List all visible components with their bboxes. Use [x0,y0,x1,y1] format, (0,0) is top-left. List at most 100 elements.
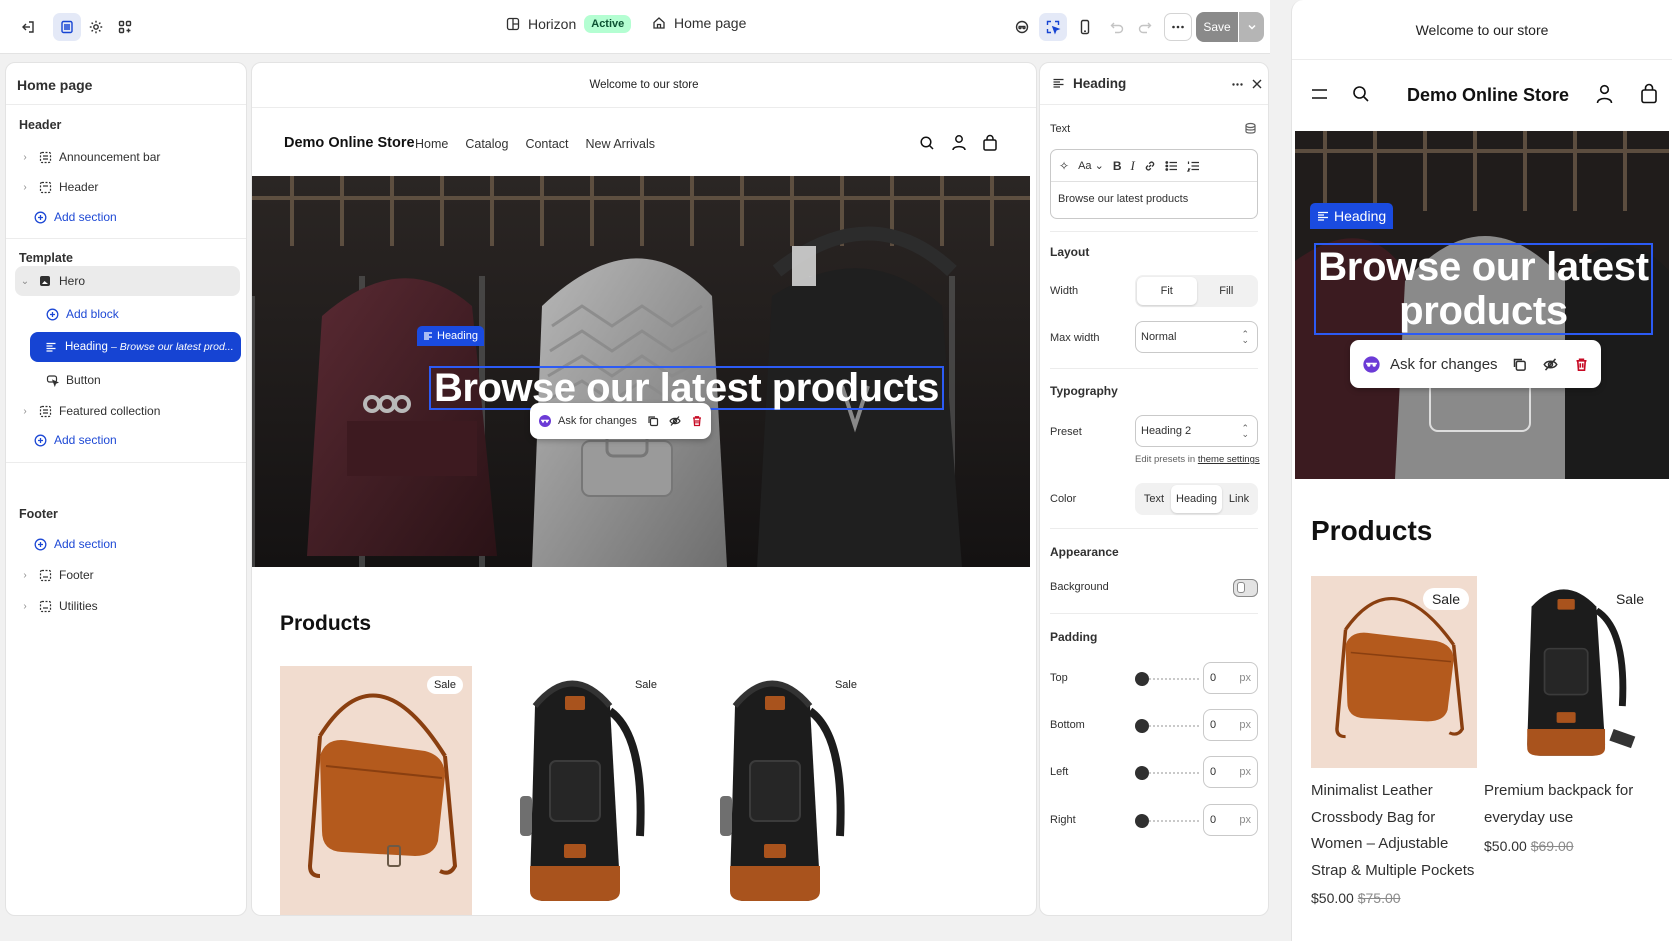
padding-left-input[interactable]: 0 px [1203,756,1258,788]
add-section-header-button[interactable]: Add section [33,202,255,232]
bold-icon[interactable]: B [1113,159,1122,173]
hero-banner[interactable]: Heading Browse our latest products Ask f… [252,176,1030,567]
slider-knob[interactable] [1135,766,1149,780]
mobile-product-name-2[interactable]: Premium backpack for everyday use [1484,778,1654,831]
more-options-icon[interactable] [1164,13,1192,41]
sidebar-item-utilities[interactable]: › Utilities [19,591,241,621]
sections-icon[interactable] [53,13,81,41]
apps-icon[interactable] [111,13,139,41]
close-icon[interactable] [1251,78,1263,90]
save-button[interactable]: Save [1196,12,1238,42]
mobile-store-brand[interactable]: Demo Online Store [1407,85,1569,106]
sale-badge: Sale [1422,588,1469,610]
search-icon[interactable] [919,135,935,151]
numbered-list-icon[interactable] [1186,160,1200,172]
nav-item-contact[interactable]: Contact [525,137,568,151]
nav-item-home[interactable]: Home [415,137,448,151]
add-section-footer-button[interactable]: Add section [33,529,255,559]
sidebar-item-announcement-bar[interactable]: › Announcement bar [19,142,241,172]
ask-for-changes-button[interactable]: Ask for changes [1362,355,1498,374]
product-card-backpack-2[interactable]: Sale [680,666,872,915]
cart-icon[interactable] [1640,83,1658,104]
mobile-view-icon[interactable] [1071,13,1099,41]
menu-icon[interactable] [1311,87,1328,101]
account-icon[interactable] [1596,84,1613,104]
add-section-template-button[interactable]: Add section [33,425,255,455]
link-icon[interactable] [1144,160,1156,172]
theme-selector[interactable]: Horizon Active [506,15,632,33]
product-card-crossbody[interactable]: Sale [280,666,472,915]
duplicate-icon[interactable] [1512,357,1527,372]
mobile-product-card-crossbody[interactable]: Sale [1311,576,1477,768]
preset-select[interactable]: Heading 2 ⌃ ⌄ [1135,415,1258,447]
sale-badge: Sale [1609,588,1650,610]
mobile-hero-banner[interactable]: Heading Browse our latest products Ask f… [1295,131,1669,479]
hide-icon[interactable] [1542,357,1558,372]
mobile-product-card-backpack[interactable]: Sale [1484,576,1650,768]
slider-knob[interactable] [1135,719,1149,733]
sidekick-icon[interactable] [1008,13,1036,41]
account-icon[interactable] [951,134,967,151]
duplicate-icon[interactable] [647,415,659,427]
padding-right-input[interactable]: 0 px [1203,804,1258,836]
delete-icon[interactable] [691,415,703,427]
search-icon[interactable] [1352,85,1370,103]
hide-icon[interactable] [669,415,681,427]
mobile-preview: Welcome to our store Demo Online Store H… [1291,0,1672,941]
redo-icon[interactable] [1131,13,1159,41]
theme-settings-link[interactable]: theme settings [1198,454,1260,465]
padding-bottom-slider[interactable] [1135,719,1199,733]
settings-gear-icon[interactable] [82,13,110,41]
undo-icon[interactable] [1103,13,1131,41]
sidebar-item-featured-collection[interactable]: › Featured collection [19,396,241,426]
product-card-backpack-1[interactable]: Sale [480,666,672,915]
exit-icon[interactable] [14,13,42,41]
sidebar-item-header[interactable]: › Header [19,172,241,202]
bullet-list-icon[interactable] [1165,160,1178,172]
divider [1050,231,1258,232]
store-header: Demo Online Store Home Catalog Contact N… [252,129,1036,159]
sidebar-item-hero[interactable]: ⌄ Hero [15,266,240,296]
padding-left-slider[interactable] [1135,766,1199,780]
heading-block-tag[interactable]: Heading [1310,203,1394,229]
dynamic-source-icon[interactable] [1244,122,1257,135]
color-option-link[interactable]: Link [1222,485,1256,513]
color-option-text[interactable]: Text [1137,485,1171,513]
magic-wand-icon[interactable]: ✧ [1059,159,1069,173]
width-option-fill[interactable]: Fill [1197,277,1257,305]
nav-item-catalog[interactable]: Catalog [465,137,508,151]
italic-icon[interactable]: I [1130,158,1134,174]
padding-top-input[interactable]: 0 px [1203,662,1258,694]
inspector-icon[interactable] [1039,13,1067,41]
sidebar-item-footer[interactable]: › Footer [19,560,241,590]
compare-price: $75.00 [1357,890,1401,906]
padding-bottom-input[interactable]: 0 px [1203,709,1258,741]
slider-track [1149,678,1199,680]
add-block-button[interactable]: Add block [45,299,267,329]
more-options-icon[interactable] [1231,78,1244,91]
store-brand[interactable]: Demo Online Store [284,135,415,151]
heading-text-input[interactable]: Browse our latest products [1051,182,1257,205]
color-option-heading[interactable]: Heading [1171,485,1222,513]
slider-knob[interactable] [1135,672,1149,686]
background-toggle[interactable] [1233,579,1258,597]
section-icon [38,150,52,164]
width-option-fit[interactable]: Fit [1137,277,1197,305]
heading-block-tag[interactable]: Heading [417,326,484,346]
sidebar-item-button[interactable]: Button [45,365,267,395]
divider [1050,368,1258,369]
padding-top-slider[interactable] [1135,672,1199,686]
cart-icon[interactable] [982,134,998,151]
font-size-dropdown[interactable]: Aa ⌄ [1078,159,1104,172]
save-options-chevron-icon[interactable] [1239,12,1264,42]
slider-knob[interactable] [1135,814,1149,828]
mobile-product-name-1[interactable]: Minimalist Leather Crossbody Bag for Wom… [1311,778,1481,884]
page-selector[interactable]: Home page [652,15,746,31]
mobile-hero-heading[interactable]: Browse our latest products [1314,243,1653,335]
sidebar-item-heading[interactable]: Heading – Browse our latest prod... [30,332,241,362]
padding-right-slider[interactable] [1135,814,1199,828]
max-width-select[interactable]: Normal ⌃ ⌄ [1135,321,1258,353]
ask-for-changes-button[interactable]: Ask for changes [538,414,637,428]
delete-icon[interactable] [1574,357,1589,372]
nav-item-new-arrivals[interactable]: New Arrivals [586,137,655,151]
